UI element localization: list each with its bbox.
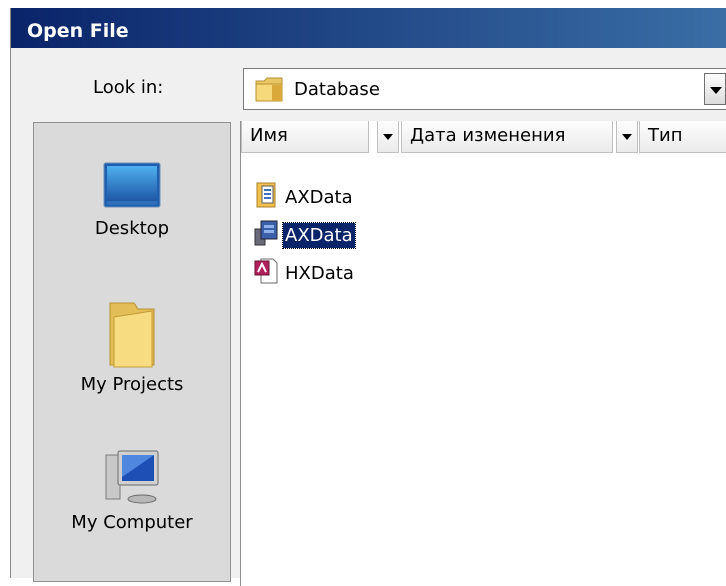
access-file-icon bbox=[253, 257, 279, 290]
list-item[interactable]: AXData bbox=[253, 217, 356, 253]
chevron-down-icon[interactable] bbox=[377, 121, 399, 153]
database-project-icon bbox=[253, 181, 279, 214]
places-bar: Desktop My Projects My Computer bbox=[33, 122, 231, 582]
look-in-value: Database bbox=[294, 79, 380, 100]
desktop-icon bbox=[102, 162, 162, 218]
file-list-view[interactable]: Имя Дата изменения Тип AXData AXData HXD… bbox=[240, 121, 726, 586]
place-my-computer[interactable]: My Computer bbox=[34, 449, 230, 533]
column-header-date-modified[interactable]: Дата изменения bbox=[401, 121, 613, 153]
list-item[interactable]: AXData bbox=[253, 179, 355, 215]
list-item[interactable]: HXData bbox=[253, 255, 356, 291]
file-name: HXData bbox=[285, 262, 354, 284]
place-desktop[interactable]: Desktop bbox=[34, 161, 230, 239]
chevron-down-icon[interactable] bbox=[704, 73, 726, 105]
place-label: My Projects bbox=[80, 374, 184, 395]
file-name: AXData bbox=[282, 221, 356, 249]
file-name: AXData bbox=[285, 186, 353, 208]
place-my-projects[interactable]: My Projects bbox=[34, 299, 230, 395]
look-in-combobox[interactable]: Database bbox=[243, 68, 726, 110]
folder-icon bbox=[104, 302, 160, 374]
place-label: My Computer bbox=[71, 512, 193, 533]
place-label: Desktop bbox=[94, 218, 170, 239]
open-file-dialog: Open File Look in: Database Desktop My P… bbox=[10, 8, 726, 586]
dialog-title: Open File bbox=[27, 20, 129, 42]
look-in-label: Look in: bbox=[93, 77, 164, 98]
title-bar[interactable]: Open File bbox=[11, 8, 726, 48]
folder-icon bbox=[254, 75, 284, 108]
chevron-down-icon[interactable] bbox=[616, 121, 638, 153]
computer-icon bbox=[104, 450, 160, 512]
database-server-icon bbox=[253, 219, 279, 252]
column-header-name[interactable]: Имя bbox=[241, 121, 369, 153]
column-header-type[interactable]: Тип bbox=[639, 121, 726, 153]
